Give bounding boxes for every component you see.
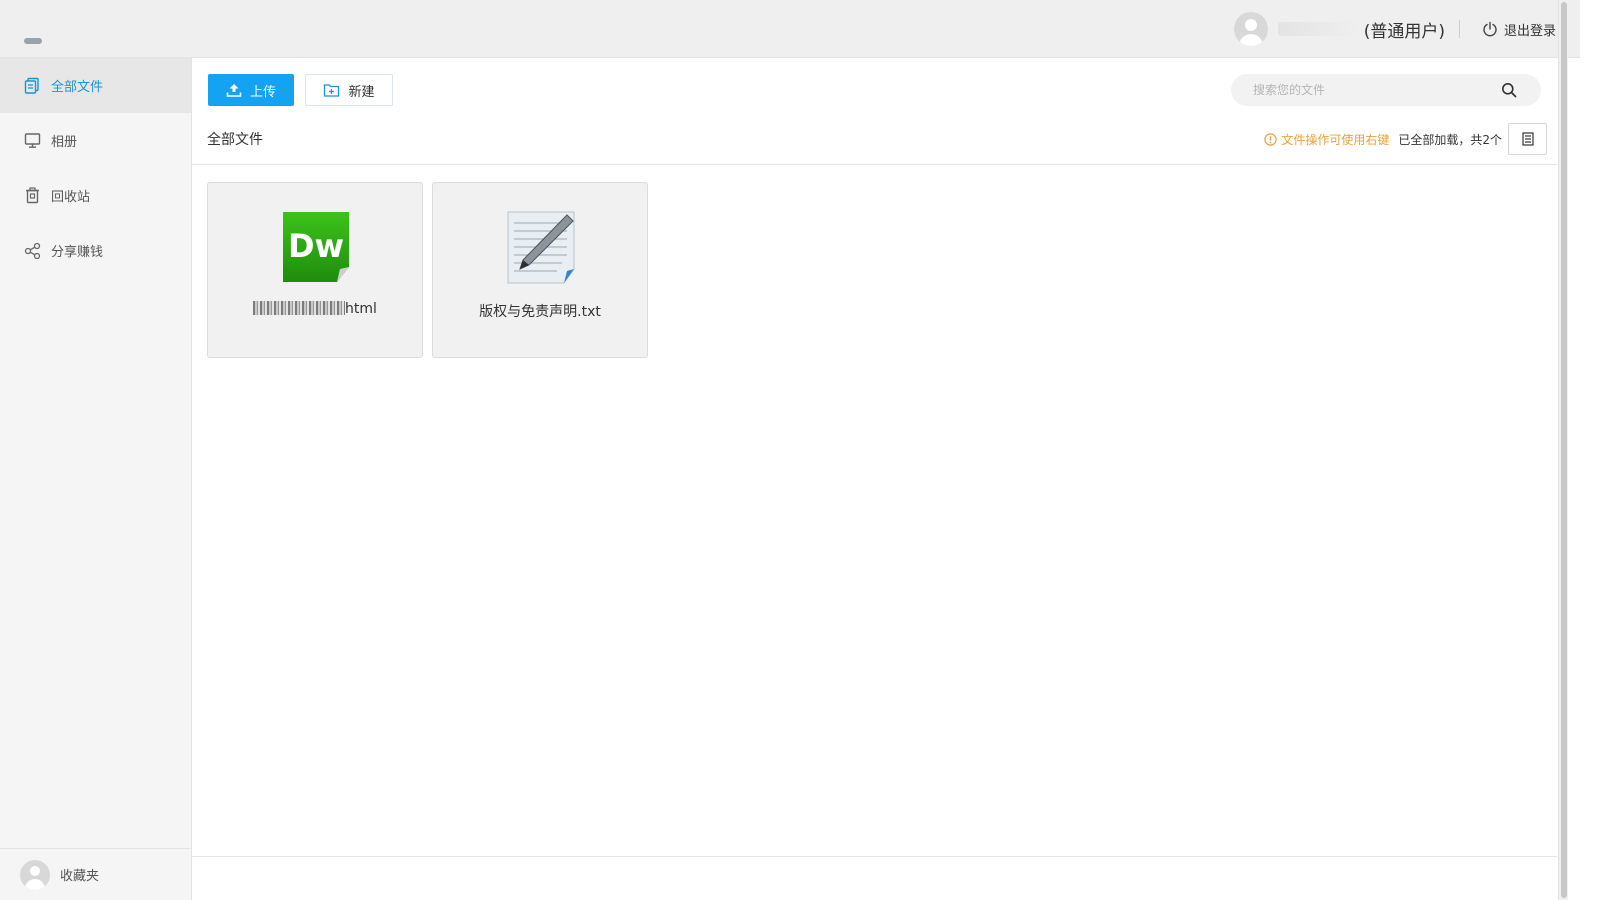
logo[interactable] [24, 38, 42, 44]
file-card[interactable]: Dw html [207, 182, 423, 358]
upload-label: 上传 [249, 84, 276, 100]
favorites-label: 收藏夹 [60, 869, 100, 884]
new-folder-icon [324, 84, 340, 97]
breadcrumb[interactable]: 全部文件 [207, 129, 263, 149]
dreamweaver-file-icon: Dw [283, 212, 349, 282]
file-card[interactable]: 版权与免责声明.txt [432, 182, 648, 358]
file-name: 版权与免责声明.txt [479, 304, 601, 320]
sidebar-item-share-earn[interactable]: 分享赚钱 [0, 223, 191, 278]
subbar-right: 文件操作可使用右键 已全部加载，共2个 [1264, 122, 1547, 156]
view-mode-toggle[interactable] [1508, 123, 1547, 155]
sidebar: 全部文件 相册 回收站 分享赚钱 收藏夹 [0, 58, 192, 900]
page-scrollbar[interactable] [1558, 0, 1568, 900]
user-area: (普通用户) 退出登录 [1233, 0, 1556, 58]
sidebar-item-label: 全部文件 [51, 80, 104, 95]
sidebar-item-label: 相册 [51, 135, 78, 150]
upload-icon [226, 84, 242, 97]
user-avatar[interactable] [1233, 12, 1268, 46]
top-header: (普通用户) 退出登录 [0, 0, 1580, 58]
upload-button[interactable]: 上传 [208, 74, 294, 106]
sidebar-item-label: 回收站 [51, 190, 91, 205]
scrollbar-thumb[interactable] [1561, 2, 1567, 898]
new-label: 新建 [348, 84, 375, 100]
trash-icon [24, 187, 41, 204]
new-button[interactable]: 新建 [305, 74, 393, 106]
sidebar-item-album[interactable]: 相册 [0, 113, 191, 168]
file-count: 已全部加载，共2个 [1398, 132, 1502, 147]
main-bottom-divider [192, 856, 1557, 857]
search-icon[interactable] [1501, 82, 1517, 98]
file-grid: Dw html 版权与免责声明.txt [207, 182, 657, 358]
sidebar-item-recycle-bin[interactable]: 回收站 [0, 168, 191, 223]
text-file-icon [507, 211, 575, 284]
username-blurred [1277, 22, 1358, 36]
sidebar-item-label: 分享赚钱 [51, 245, 104, 260]
user-role: (普通用户) [1363, 21, 1445, 42]
tip-text: 文件操作可使用右键 [1281, 132, 1390, 147]
right-click-tip: 文件操作可使用右键 [1264, 131, 1389, 148]
power-icon [1483, 21, 1497, 37]
logout-button[interactable]: 退出登录 [1482, 20, 1556, 39]
list-view-icon [1521, 132, 1534, 146]
monitor-icon [24, 132, 41, 149]
logout-label: 退出登录 [1503, 23, 1556, 39]
toolbar: 上传 新建 [208, 74, 393, 106]
sidebar-item-all-files[interactable]: 全部文件 [0, 58, 191, 113]
files-icon [24, 77, 41, 94]
info-icon [1264, 132, 1278, 146]
header-divider [1458, 20, 1460, 38]
subbar: 全部文件 文件操作可使用右键 已全部加载，共2个 [192, 122, 1557, 165]
favorites-entry[interactable]: 收藏夹 [0, 848, 191, 900]
file-name: html [208, 301, 422, 317]
blurred-filename [253, 301, 346, 315]
search-input[interactable] [1231, 82, 1501, 98]
share-icon [24, 242, 41, 259]
svg-text:Dw: Dw [288, 227, 344, 265]
favorites-avatar-icon [20, 859, 50, 890]
search-box [1231, 74, 1541, 106]
main-content: 上传 新建 全部文件 文件操作可使用右键 [192, 58, 1557, 856]
